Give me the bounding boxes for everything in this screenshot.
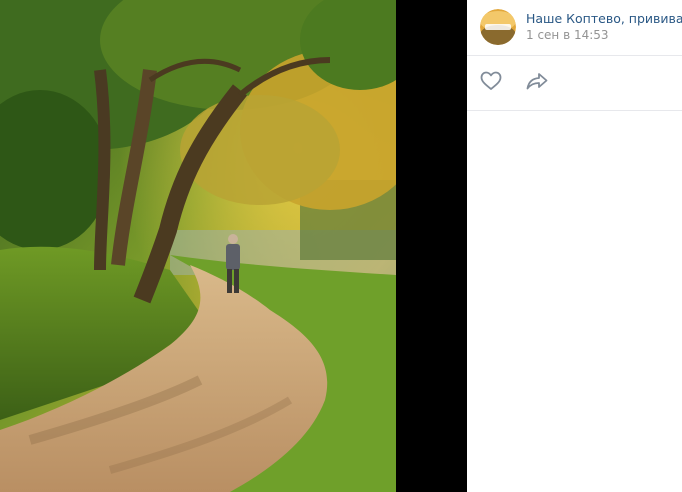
share-button[interactable] — [524, 71, 550, 95]
share-arrow-icon — [526, 72, 548, 94]
post-photo[interactable] — [0, 0, 396, 492]
post-sidebar: Наше Коптево, прививайся! 1 сен в 14:53 — [467, 0, 682, 492]
author-name[interactable]: Наше Коптево, прививайся! — [526, 11, 682, 26]
viewer-backdrop — [396, 0, 467, 492]
community-avatar[interactable] — [480, 9, 516, 45]
post-actions — [467, 56, 682, 111]
post-date[interactable]: 1 сен в 14:53 — [526, 28, 609, 42]
like-button[interactable] — [478, 71, 504, 95]
photo-viewer: Наше Коптево, прививайся! 1 сен в 14:53 — [0, 0, 682, 492]
post-header: Наше Коптево, прививайся! 1 сен в 14:53 — [467, 0, 682, 56]
heart-icon — [480, 71, 502, 95]
